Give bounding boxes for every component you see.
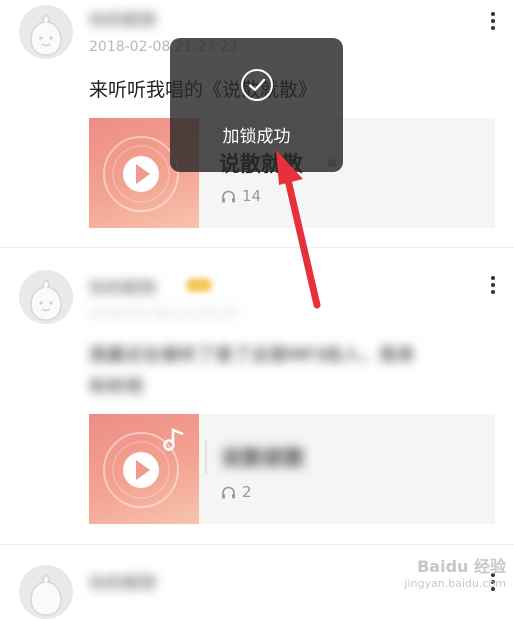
default-avatar-icon: [30, 574, 62, 616]
post-text: 我最近在做听了首了这首MP3给人，我来: [89, 345, 415, 366]
play-count-value: 2: [242, 483, 252, 501]
album-cover[interactable]: [89, 414, 199, 524]
post-date: 2018-02-08 21:20:10: [89, 306, 238, 322]
avatar[interactable]: [19, 270, 73, 324]
play-icon: [103, 428, 184, 508]
song-title: 说散就散: [221, 446, 305, 470]
watermark-logo: Baidu 经验: [417, 557, 506, 576]
more-menu-icon[interactable]: [486, 10, 500, 32]
avatar[interactable]: [19, 565, 73, 619]
divider: [205, 440, 207, 474]
post-text-line2: 听听吧: [89, 377, 143, 398]
avatar[interactable]: [19, 5, 73, 59]
watermark-url: jingyan.baidu.com: [404, 577, 506, 590]
toast-message: 加锁成功: [222, 127, 291, 147]
user-name[interactable]: 你的昵称: [89, 6, 157, 31]
watermark: Baidu 经验 jingyan.baidu.com: [404, 553, 506, 590]
more-menu-icon[interactable]: [486, 274, 500, 296]
play-count: 14: [221, 187, 261, 205]
default-avatar-icon: [30, 279, 62, 321]
play-count: 2: [221, 483, 252, 501]
headphones-icon: [222, 486, 235, 499]
toast: 加锁成功: [170, 38, 343, 172]
headphones-icon: [222, 190, 235, 203]
song-card[interactable]: 说散就散 2: [89, 414, 495, 524]
user-name[interactable]: 你的昵称: [89, 569, 157, 594]
default-avatar-icon: [30, 14, 62, 56]
user-name[interactable]: 你的昵称: [89, 274, 157, 299]
post-item: 你的昵称 2018-02-08 21:20:10 我最近在做听了首了这首MP3给…: [0, 248, 514, 544]
checkmark-circle-icon: [241, 69, 273, 101]
vip-badge: [186, 278, 212, 292]
play-count-value: 14: [242, 187, 262, 205]
